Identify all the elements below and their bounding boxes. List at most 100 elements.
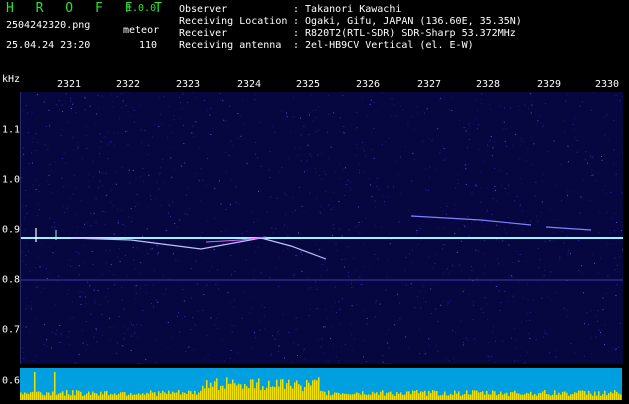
noise-dot [335,302,336,303]
signal-bar [460,396,462,400]
noise-dot [409,209,410,210]
noise-dot [405,336,406,337]
noise-dot [231,140,232,141]
signal-bar [584,391,586,400]
noise-dot [351,281,352,282]
noise-dot [204,100,205,101]
noise-dot [431,284,432,285]
noise-dot [51,347,52,348]
signal-bar [78,391,80,400]
noise-dot [101,141,102,142]
noise-dot [508,185,509,186]
noise-dot [616,295,617,296]
noise-dot [541,298,542,299]
noise-dot [346,184,347,185]
noise-dot [608,140,609,141]
noise-dot [447,305,448,306]
noise-dot [226,230,227,231]
noise-dot [73,194,74,195]
noise-dot [85,350,86,351]
noise-dot [564,243,565,244]
noise-dot [104,224,105,225]
noise-dot [131,208,132,209]
noise-dot [376,301,377,302]
noise-dot [491,281,492,282]
noise-dot [581,197,582,198]
noise-dot [208,354,209,355]
noise-dot [613,348,614,349]
noise-dot [477,110,478,111]
signal-bar [152,393,154,400]
noise-dot [496,286,497,287]
signal-bar [190,391,192,400]
noise-dot [547,151,548,152]
noise-dot [503,129,504,130]
noise-dot [402,109,403,110]
noise-dot [47,278,48,279]
noise-dot [69,344,70,345]
noise-dot [210,317,211,318]
noise-dot [613,164,614,165]
noise-dot [117,256,118,257]
noise-dot [300,135,301,136]
noise-dot [172,201,173,202]
noise-dot [465,168,466,169]
time-label: 2326 [356,79,380,90]
noise-dot [214,188,215,189]
noise-dot [145,285,146,286]
noise-dot [128,328,129,329]
signal-bar [170,394,172,400]
noise-dot [481,221,482,222]
signal-bar [408,391,410,400]
noise-dot [554,141,555,142]
noise-dot [470,134,471,135]
noise-dot [99,181,100,182]
noise-dot [494,168,495,169]
noise-dot [23,352,24,353]
noise-dot [176,227,177,228]
signal-bar [570,394,572,400]
signal-bar [222,386,224,400]
noise-dot [78,252,79,253]
noise-dot [497,285,498,286]
noise-dot [94,213,95,214]
noise-dot [583,179,584,180]
noise-dot [486,188,487,189]
noise-dot [74,175,75,176]
noise-dot [106,263,107,264]
signal-bar [238,384,240,400]
noise-dot [571,343,572,344]
signal-bar [278,386,280,400]
signal-bar [452,395,454,400]
noise-dot [375,201,376,202]
noise-dot [418,244,419,245]
noise-dot [541,212,542,213]
noise-dot [71,108,72,109]
noise-dot [26,298,27,299]
noise-dot [202,232,203,233]
noise-dot [442,248,443,249]
noise-dot [73,149,74,150]
noise-dot [102,274,103,275]
noise-dot [324,352,325,353]
noise-dot [468,164,469,165]
noise-dot [204,358,205,359]
noise-dot [371,132,372,133]
noise-dot [26,244,27,245]
noise-dot [326,270,327,271]
noise-dot [320,275,321,276]
noise-dot [321,264,322,265]
noise-dot [179,118,180,119]
noise-dot [109,318,110,319]
noise-dot [254,99,255,100]
noise-dot [312,252,313,253]
noise-dot [505,141,506,142]
noise-dot [52,192,53,193]
noise-dot [235,186,236,187]
signal-bar [264,390,266,400]
noise-dot [362,284,363,285]
noise-dot [388,197,389,198]
noise-dot [428,338,429,339]
noise-dot [619,236,620,237]
noise-dot [31,152,32,153]
